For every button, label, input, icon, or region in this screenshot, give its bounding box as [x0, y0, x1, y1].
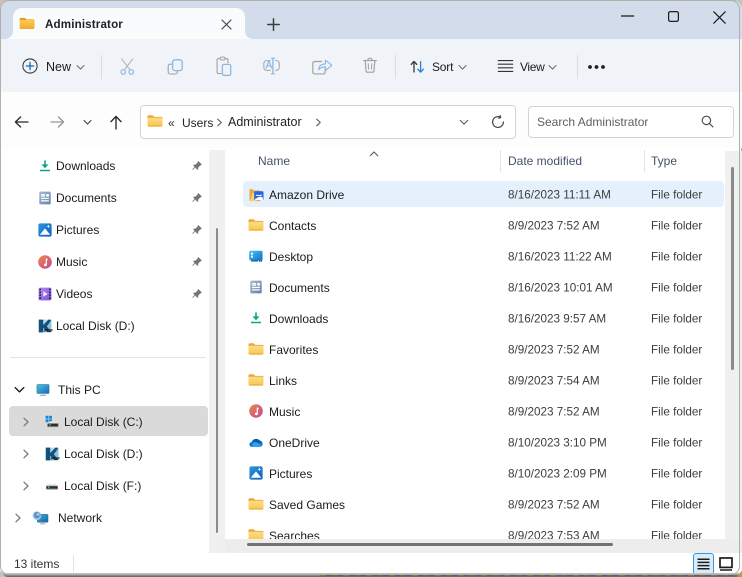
svg-text:PDF: PDF: [44, 328, 53, 333]
svg-text:PDF: PDF: [51, 456, 60, 461]
